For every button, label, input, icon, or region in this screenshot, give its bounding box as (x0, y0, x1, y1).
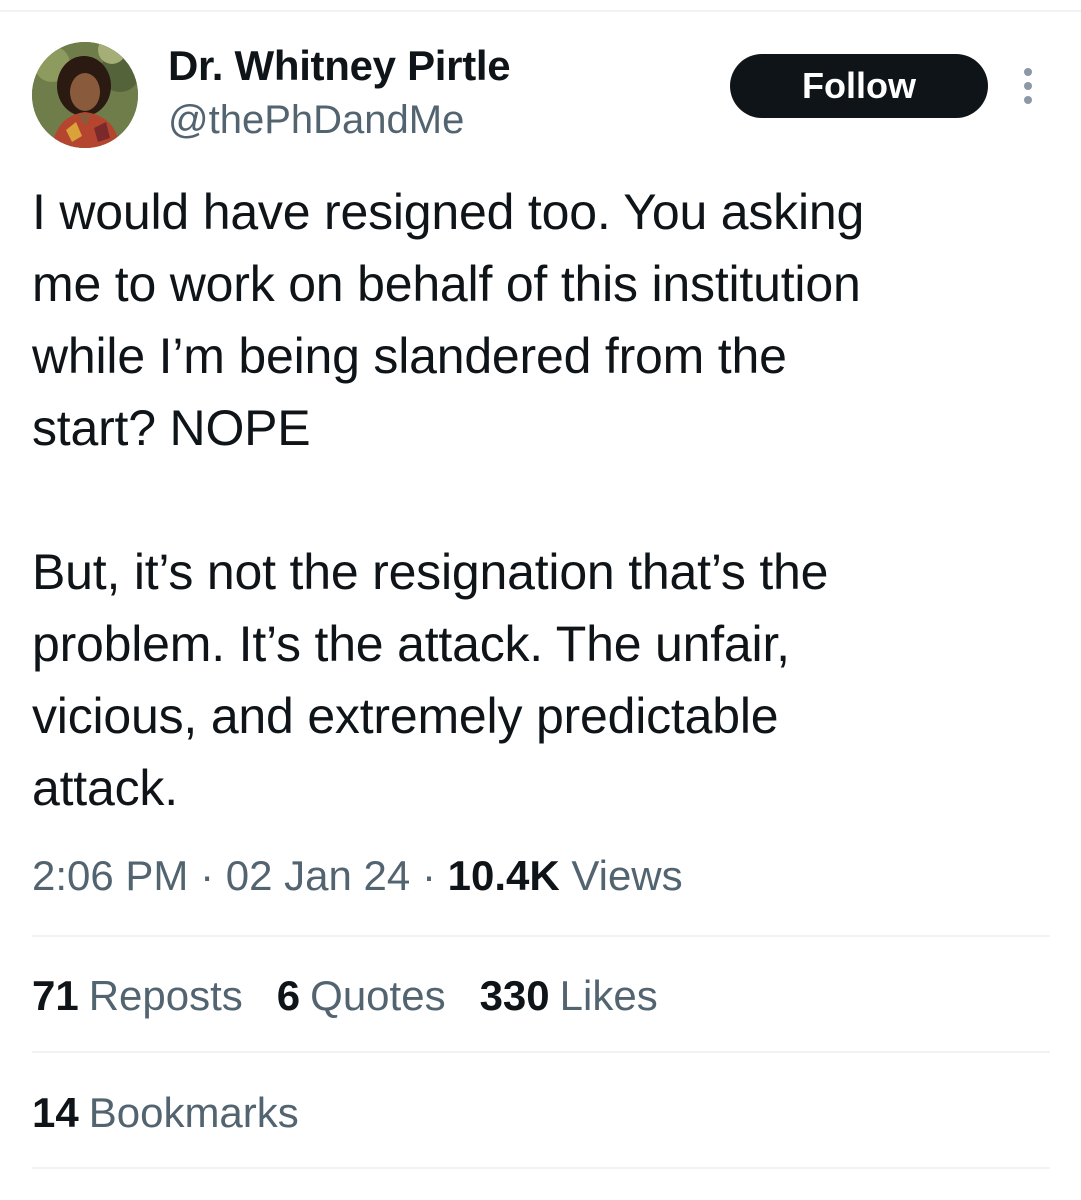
quotes-stat[interactable]: 6 Quotes (277, 968, 446, 1024)
follow-button[interactable]: Follow (730, 54, 988, 118)
more-options-button[interactable] (1008, 62, 1048, 110)
tweet-line: me to work on behalf of this institution (32, 256, 861, 312)
likes-count: 330 (479, 972, 550, 1019)
avatar[interactable] (32, 42, 138, 148)
tweet-line: But, it’s not the resignation that’s the (32, 544, 829, 600)
tweet-paragraph: But, it’s not the resignation that’s the… (32, 536, 1052, 824)
tweet-line: attack. (32, 760, 178, 816)
likes-stat[interactable]: 330 Likes (480, 968, 658, 1024)
bookmarks-label: Bookmarks (88, 1089, 299, 1136)
reposts-count: 71 (32, 972, 79, 1019)
meta-separator: · (200, 852, 215, 899)
tweet-time[interactable]: 2:06 PM (32, 852, 188, 899)
views-label: Views (571, 852, 683, 899)
tweet-line: I would have resigned too. You asking (32, 184, 865, 240)
tweet-header: Dr. Whitney Pirtle @thePhDandMe Follow (0, 0, 1081, 160)
tweet-body: I would have resigned too. You asking me… (32, 176, 1052, 824)
engagement-stats: 71 Reposts 6 Quotes 330 Likes (32, 968, 658, 1024)
meta-separator: · (421, 852, 436, 899)
tweet-line: while I’m being slandered from the (32, 328, 787, 384)
user-handle[interactable]: @thePhDandMe (168, 96, 464, 144)
reposts-label: Reposts (88, 972, 243, 1019)
tweet-line: problem. It’s the attack. The unfair, (32, 616, 790, 672)
display-name[interactable]: Dr. Whitney Pirtle (168, 40, 511, 92)
quotes-label: Quotes (310, 972, 446, 1019)
bookmarks-count: 14 (32, 1089, 79, 1136)
divider (32, 1051, 1050, 1053)
views-count: 10.4K (447, 852, 560, 899)
tweet-line: vicious, and extremely predictable (32, 688, 779, 744)
likes-label: Likes (559, 972, 658, 1019)
tweet-meta: 2:06 PM · 02 Jan 24 · 10.4K Views (32, 848, 683, 904)
reposts-stat[interactable]: 71 Reposts (32, 968, 243, 1024)
quotes-count: 6 (276, 972, 301, 1019)
avatar-photo (32, 42, 138, 148)
tweet-date[interactable]: 02 Jan 24 (226, 852, 411, 899)
more-vertical-icon (1024, 68, 1032, 104)
tweet-paragraph: I would have resigned too. You asking me… (32, 176, 1052, 464)
divider (32, 935, 1050, 937)
divider (32, 1167, 1050, 1169)
bookmarks-stat[interactable]: 14 Bookmarks (32, 1085, 299, 1141)
tweet-line: start? NOPE (32, 400, 311, 456)
